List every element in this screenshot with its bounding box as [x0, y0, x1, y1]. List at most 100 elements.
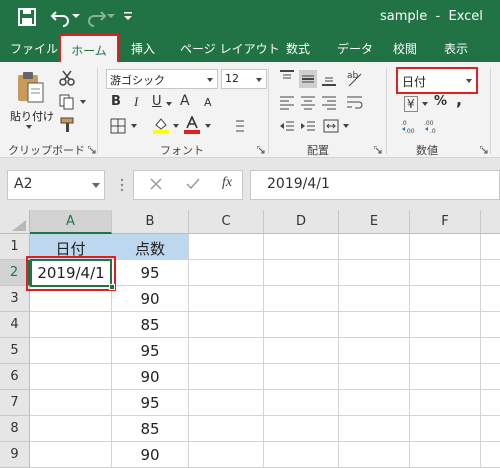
column-header-d[interactable]: D [264, 210, 339, 234]
currency-dropdown-icon[interactable] [422, 102, 428, 106]
enter-check-icon[interactable] [186, 178, 200, 190]
resize-handle-icon[interactable] [120, 176, 124, 194]
number-launcher-icon[interactable] [480, 146, 488, 154]
wrap-text-icon[interactable] [346, 94, 364, 110]
cell-b9[interactable]: 90 [112, 442, 189, 468]
empty-cell[interactable] [410, 416, 481, 442]
borders-dropdown-icon[interactable] [131, 124, 137, 128]
empty-cell[interactable] [410, 286, 481, 312]
cell-b6[interactable]: 90 [112, 364, 189, 390]
empty-cell[interactable] [264, 442, 339, 468]
tab-page-layout[interactable]: ページ レイアウト [180, 40, 280, 57]
empty-cell[interactable] [339, 416, 410, 442]
tab-review[interactable]: 校閲 [393, 40, 417, 57]
cell-a4[interactable] [30, 312, 112, 338]
empty-cell[interactable] [264, 416, 339, 442]
cell-b2[interactable]: 95 [112, 260, 189, 286]
redo-icon[interactable] [85, 7, 107, 27]
increase-indent-icon[interactable] [300, 118, 316, 134]
empty-cell[interactable] [339, 234, 410, 260]
empty-cell[interactable] [189, 286, 264, 312]
row-header-7[interactable]: 7 [0, 390, 30, 416]
empty-cell[interactable] [339, 364, 410, 390]
paste-label[interactable]: 貼り付け [10, 108, 54, 124]
empty-cell[interactable] [410, 312, 481, 338]
empty-cell[interactable] [481, 390, 500, 416]
row-header-9[interactable]: 9 [0, 442, 30, 468]
insert-function-icon[interactable]: fx [222, 175, 232, 191]
empty-cell[interactable] [410, 364, 481, 390]
redo-dropdown-icon[interactable] [107, 12, 115, 20]
empty-cell[interactable] [410, 260, 481, 286]
empty-cell[interactable] [481, 338, 500, 364]
row-header-8[interactable]: 8 [0, 416, 30, 442]
borders-icon[interactable] [110, 118, 126, 134]
cell-b7[interactable]: 95 [112, 390, 189, 416]
column-header-g[interactable] [481, 210, 500, 234]
empty-cell[interactable] [189, 416, 264, 442]
empty-cell[interactable] [264, 390, 339, 416]
shrink-font-button[interactable]: A [204, 96, 212, 109]
empty-cell[interactable] [189, 260, 264, 286]
column-header-a[interactable]: A [30, 210, 112, 234]
orientation-icon[interactable]: ab [346, 68, 364, 88]
name-box[interactable]: A2 [7, 170, 105, 200]
fill-handle[interactable] [109, 284, 115, 290]
font-color-icon[interactable] [183, 116, 201, 134]
font-launcher-icon[interactable] [257, 146, 265, 154]
italic-button[interactable]: I [134, 94, 138, 110]
empty-cell[interactable] [264, 312, 339, 338]
column-header-e[interactable]: E [339, 210, 410, 234]
empty-cell[interactable] [339, 442, 410, 468]
empty-cell[interactable] [339, 260, 410, 286]
underline-button[interactable]: U [152, 94, 162, 109]
empty-cell[interactable] [189, 234, 264, 260]
empty-cell[interactable] [264, 364, 339, 390]
empty-cell[interactable] [410, 338, 481, 364]
empty-cell[interactable] [481, 260, 500, 286]
percent-button[interactable]: % [434, 94, 447, 109]
empty-cell[interactable] [339, 338, 410, 364]
empty-cell[interactable] [264, 260, 339, 286]
undo-icon[interactable] [50, 7, 72, 27]
empty-cell[interactable] [410, 390, 481, 416]
row-header-4[interactable]: 4 [0, 312, 30, 338]
empty-cell[interactable] [481, 286, 500, 312]
fill-color-dropdown-icon[interactable] [173, 124, 179, 128]
copy-icon[interactable] [58, 94, 76, 110]
empty-cell[interactable] [264, 286, 339, 312]
grow-font-button[interactable]: A [180, 93, 190, 109]
align-left-icon[interactable] [279, 94, 295, 110]
number-format-select[interactable]: 日付 [396, 67, 478, 94]
tab-file[interactable]: ファイル [10, 40, 58, 57]
customize-toolbar-icon[interactable] [122, 9, 134, 23]
cell-b5[interactable]: 95 [112, 338, 189, 364]
fill-color-icon[interactable] [152, 116, 170, 134]
cell-a7[interactable] [30, 390, 112, 416]
cell-b8[interactable]: 85 [112, 416, 189, 442]
cell-a8[interactable] [30, 416, 112, 442]
cancel-icon[interactable] [150, 178, 162, 190]
phonetic-guide-icon[interactable] [234, 118, 246, 134]
empty-cell[interactable] [189, 442, 264, 468]
empty-cell[interactable] [481, 312, 500, 338]
empty-cell[interactable] [410, 234, 481, 260]
align-right-icon[interactable] [321, 94, 337, 110]
empty-cell[interactable] [481, 442, 500, 468]
empty-cell[interactable] [481, 416, 500, 442]
paste-icon[interactable] [15, 70, 45, 104]
tab-view[interactable]: 表示 [444, 40, 468, 57]
format-painter-icon[interactable] [59, 117, 77, 133]
column-header-f[interactable]: F [410, 210, 481, 234]
merge-dropdown-icon[interactable] [343, 124, 349, 128]
font-name-select[interactable]: 游ゴシック [106, 69, 218, 89]
empty-cell[interactable] [189, 390, 264, 416]
align-bottom-icon[interactable] [321, 70, 337, 86]
cell-b4[interactable]: 85 [112, 312, 189, 338]
align-middle-icon[interactable] [299, 70, 317, 88]
copy-dropdown-icon[interactable] [80, 100, 86, 104]
empty-cell[interactable] [189, 364, 264, 390]
paste-dropdown-icon[interactable] [26, 125, 32, 129]
alignment-launcher-icon[interactable] [374, 146, 382, 154]
increase-decimal-icon[interactable]: .0.00 [401, 118, 419, 134]
